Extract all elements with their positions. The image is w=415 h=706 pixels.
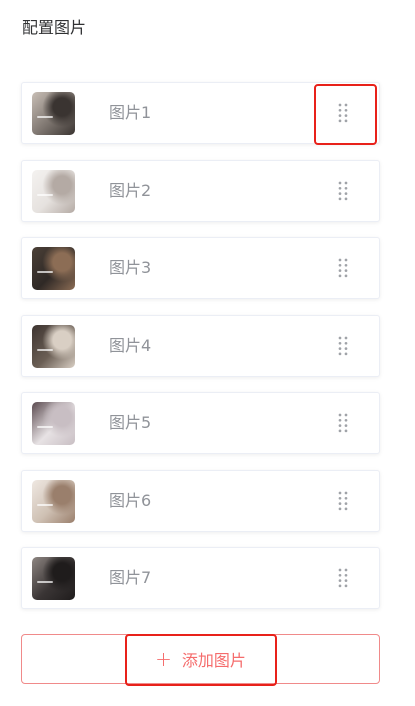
drag-handle-icon[interactable] bbox=[337, 335, 349, 357]
image-list-item[interactable]: 图片2 bbox=[21, 159, 380, 222]
image-item-label: 图片7 bbox=[109, 568, 152, 587]
drag-handle-icon[interactable] bbox=[337, 567, 349, 589]
image-item-label: 图片2 bbox=[109, 180, 152, 200]
drag-handle-icon[interactable] bbox=[337, 490, 349, 512]
image-list-item[interactable]: 图片6 bbox=[21, 469, 380, 532]
page-title: 配置图片 bbox=[22, 18, 87, 37]
image-thumbnail bbox=[32, 557, 75, 600]
image-thumbnail bbox=[32, 169, 75, 213]
image-list-item[interactable]: 图片4 bbox=[21, 314, 380, 377]
image-thumbnail bbox=[32, 324, 75, 368]
image-list-item[interactable]: 图片3 bbox=[21, 237, 380, 299]
image-thumbnail bbox=[32, 402, 75, 445]
drag-handle-icon[interactable] bbox=[337, 102, 349, 124]
image-list-item[interactable]: 图片1 bbox=[21, 82, 380, 144]
image-list-item[interactable]: 图片7 bbox=[21, 547, 380, 609]
drag-handle-icon[interactable] bbox=[337, 412, 349, 434]
drag-handle-icon[interactable] bbox=[337, 257, 349, 279]
image-thumbnail bbox=[32, 247, 75, 290]
plus-icon: + bbox=[155, 647, 172, 671]
add-image-button[interactable]: + 添加图片 bbox=[21, 634, 380, 684]
add-image-label: 添加图片 bbox=[181, 651, 246, 670]
image-item-label: 图片1 bbox=[109, 103, 152, 122]
image-item-label: 图片5 bbox=[109, 413, 152, 432]
drag-handle-icon[interactable] bbox=[337, 180, 349, 202]
image-item-label: 图片6 bbox=[109, 490, 152, 510]
image-item-label: 图片4 bbox=[109, 335, 152, 355]
config-images-panel: 配置图片 图片1 图片2 图片3 图片4 图片5 图片6 图片7 + 添加图片 bbox=[0, 0, 415, 706]
image-item-label: 图片3 bbox=[109, 258, 152, 277]
image-thumbnail bbox=[32, 92, 75, 135]
image-list-item[interactable]: 图片5 bbox=[21, 392, 380, 454]
image-thumbnail bbox=[32, 479, 75, 523]
image-list: 图片1 图片2 图片3 图片4 图片5 图片6 图片7 bbox=[21, 82, 380, 625]
